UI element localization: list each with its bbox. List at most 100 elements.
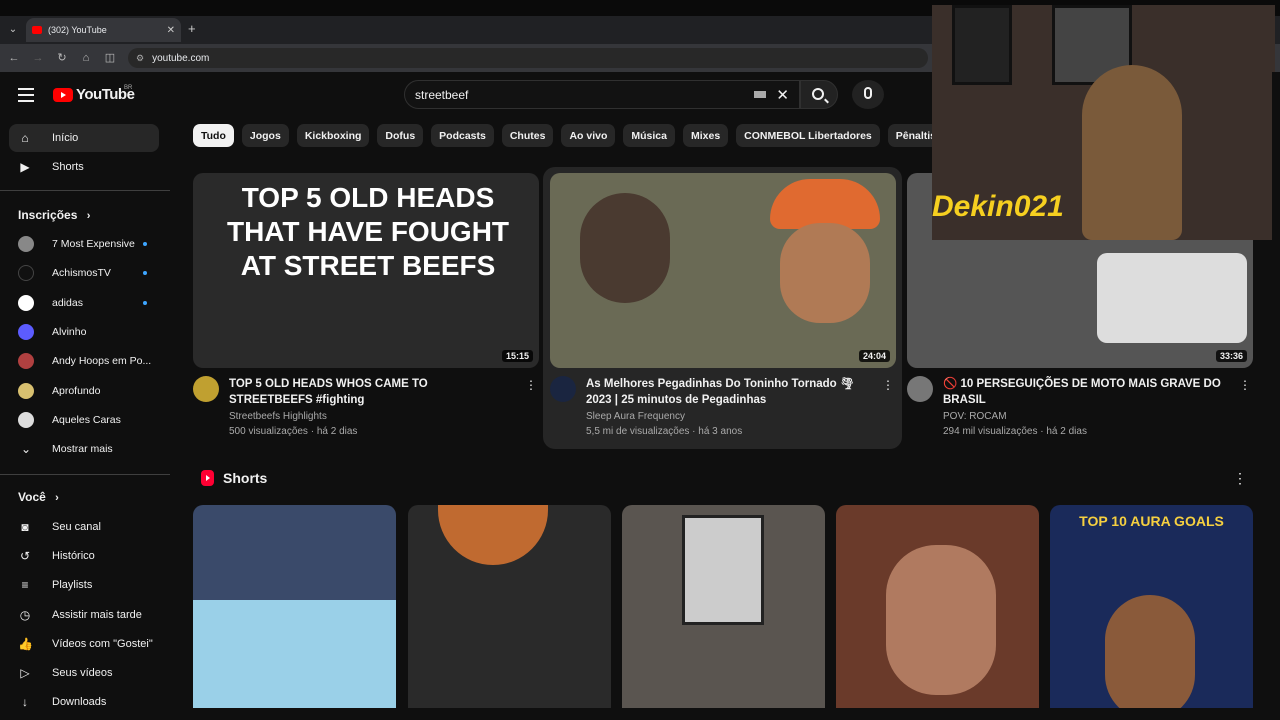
channel-name[interactable]: POV: ROCAM: [943, 411, 1223, 422]
shorts-icon: ▶: [20, 160, 30, 174]
forward-icon[interactable]: →: [30, 50, 46, 66]
avatar: [18, 265, 34, 281]
webcam-overlay: Dekin021: [932, 5, 1275, 240]
back-icon[interactable]: ←: [6, 50, 22, 66]
duration-badge: 24:04: [858, 350, 890, 362]
sidebar-item-shorts[interactable]: ▶ Shorts: [9, 153, 159, 181]
youtube-logo[interactable]: YouTube BR: [53, 85, 135, 103]
video-title[interactable]: As Melhores Pegadinhas Do Toninho Tornad…: [586, 376, 866, 408]
subscription-label: adidas: [52, 297, 83, 309]
sidebar-subscription[interactable]: AchismosTV: [9, 260, 159, 286]
sidebar-item-liked-videos[interactable]: 👍 Vídeos com "Gostei": [9, 630, 159, 658]
channel-name[interactable]: Streetbeefs Highlights: [229, 411, 509, 422]
sidebar-item-your-channel[interactable]: ◙ Seu canal: [9, 513, 159, 541]
chip[interactable]: Mixes: [682, 124, 729, 147]
short-thumbnail[interactable]: [408, 505, 611, 720]
video-thumbnail[interactable]: TOP 5 OLD HEADS THAT HAVE FOUGHT AT STRE…: [193, 173, 539, 368]
sidebar-subscription[interactable]: Alvinho: [9, 319, 159, 345]
chip[interactable]: Kickboxing: [296, 124, 370, 147]
avatar[interactable]: [907, 376, 933, 402]
tab-list-icon[interactable]: ⌄: [4, 22, 22, 38]
page-scrollbar[interactable]: [1272, 72, 1280, 708]
downloads-icon: ↓: [22, 695, 28, 709]
mic-icon: [864, 87, 872, 99]
history-icon: ↺: [19, 549, 31, 563]
more-options-icon[interactable]: ⋮: [882, 378, 894, 392]
hamburger-menu-icon[interactable]: [18, 88, 34, 102]
sidebar-item-label: Histórico: [52, 550, 95, 562]
like-icon: 👍: [18, 637, 33, 651]
show-more-button[interactable]: ⌄ Mostrar mais: [9, 436, 159, 462]
video-card[interactable]: 24:04 As Melhores Pegadinhas Do Toninho …: [550, 173, 896, 437]
chip-all[interactable]: Tudo: [193, 124, 234, 147]
avatar: [18, 324, 34, 340]
close-tab-icon[interactable]: ✕: [167, 25, 175, 36]
sidebar-item-home[interactable]: ⌂ Início: [9, 124, 159, 152]
sidebar-subscription[interactable]: Andy Hoops em Po...: [9, 348, 159, 374]
new-content-dot: [143, 271, 147, 275]
video-title[interactable]: 🚫 10 PERSEGUIÇÕES DE MOTO MAIS GRAVE DO …: [943, 376, 1223, 408]
short-thumbnail[interactable]: [836, 505, 1039, 720]
avatar: [18, 353, 34, 369]
avatar[interactable]: [193, 376, 219, 402]
keyboard-icon[interactable]: [754, 91, 767, 98]
subscription-label: Andy Hoops em Po...: [52, 355, 152, 367]
sidebar-item-history[interactable]: ↺ Histórico: [9, 542, 159, 570]
chevron-right-icon: ›: [86, 210, 91, 222]
sidebar-item-label: Seus vídeos: [52, 667, 113, 679]
search-box[interactable]: streetbeef ✕: [404, 80, 800, 109]
video-stats: 294 mil visualizações · há 2 dias: [943, 426, 1087, 437]
channel-name[interactable]: Sleep Aura Frequency: [586, 411, 866, 422]
subscriptions-heading[interactable]: Inscrições ›: [18, 208, 90, 222]
search-input[interactable]: streetbeef: [415, 88, 754, 102]
chip[interactable]: Podcasts: [431, 124, 494, 147]
voice-search-button[interactable]: [852, 80, 884, 109]
video-title[interactable]: TOP 5 OLD HEADS WHOS CAME TO STREETBEEFS…: [229, 376, 509, 408]
streamer-shape: [1082, 65, 1182, 240]
chip[interactable]: Jogos: [241, 124, 289, 147]
chip[interactable]: CONMEBOL Libertadores: [736, 124, 880, 147]
sidebar-item-label: Assistir mais tarde: [52, 609, 142, 621]
browser-tab[interactable]: (302) YouTube ✕: [26, 18, 181, 42]
short-thumbnail[interactable]: [193, 505, 396, 720]
more-options-icon[interactable]: ⋮: [1239, 378, 1251, 392]
video-thumbnail[interactable]: 24:04: [550, 173, 896, 368]
search-button[interactable]: [800, 80, 838, 109]
thumbnail-person-shape: [1105, 595, 1195, 720]
youtube-favicon-icon: [32, 26, 42, 34]
site-info-icon[interactable]: ⚙: [136, 53, 144, 64]
thumbnail-game-shape: [193, 600, 396, 720]
sidebar-item-watch-later[interactable]: ◷ Assistir mais tarde: [9, 601, 159, 629]
avatar[interactable]: [550, 376, 576, 402]
short-thumbnail[interactable]: [622, 505, 825, 720]
chip[interactable]: Música: [623, 124, 675, 147]
side-panel-icon[interactable]: ◫: [102, 50, 118, 66]
sidebar-subscription[interactable]: 7 Most Expensive: [9, 231, 159, 257]
chip[interactable]: Dofus: [377, 124, 424, 147]
reload-icon[interactable]: ↻: [54, 50, 70, 66]
avatar: [18, 412, 34, 428]
more-options-icon[interactable]: ⋮: [1233, 470, 1247, 487]
video-card[interactable]: TOP 5 OLD HEADS THAT HAVE FOUGHT AT STRE…: [193, 173, 539, 437]
chip[interactable]: Ao vivo: [561, 124, 616, 147]
more-options-icon[interactable]: ⋮: [525, 378, 537, 392]
url-bar[interactable]: ⚙ youtube.com: [128, 48, 928, 68]
sidebar-item-label: Seu canal: [52, 521, 101, 533]
sidebar-item-playlists[interactable]: ≡ Playlists: [9, 571, 159, 599]
new-tab-button[interactable]: +: [188, 22, 196, 36]
you-heading[interactable]: Você ›: [18, 490, 59, 504]
home-browser-icon[interactable]: ⌂: [78, 50, 94, 66]
new-content-dot: [143, 301, 147, 305]
sidebar-divider: [0, 474, 170, 475]
short-thumbnail[interactable]: TOP 10 AURA GOALS: [1050, 505, 1253, 720]
sidebar-item-label: Início: [52, 132, 79, 144]
sidebar-subscription[interactable]: Aqueles Caras: [9, 407, 159, 433]
sidebar-subscription[interactable]: Aprofundo: [9, 378, 159, 404]
sidebar-subscription[interactable]: adidas: [9, 290, 159, 316]
sidebar-item-your-videos[interactable]: ▷ Seus vídeos: [9, 659, 159, 687]
chip[interactable]: Chutes: [501, 124, 554, 147]
thumbnail-cap-shape: [770, 179, 880, 229]
filter-chips: Tudo Jogos Kickboxing Dofus Podcasts Chu…: [193, 124, 945, 147]
clear-search-icon[interactable]: ✕: [776, 86, 789, 104]
chevron-right-icon: ›: [55, 492, 59, 504]
